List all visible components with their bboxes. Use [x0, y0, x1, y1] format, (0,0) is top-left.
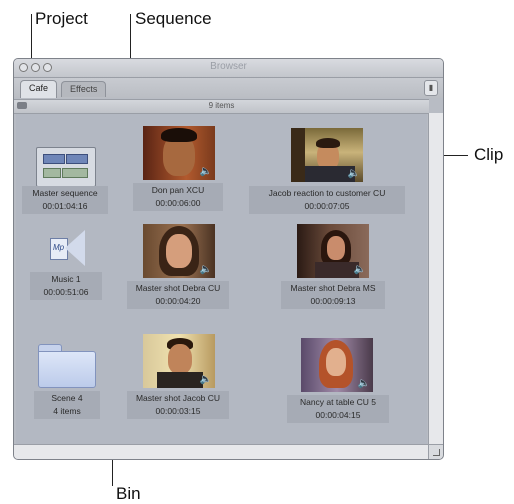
- item-duration: 00:00:07:05: [304, 201, 350, 211]
- item-duration: 00:00:03:15: [155, 406, 201, 416]
- item-duration: 00:00:04:15: [315, 410, 361, 420]
- item-don-pan-xcu[interactable]: 🔈 Don pan XCU 00:00:06:00: [121, 114, 241, 224]
- browser-window: Browser Cafe Effects ▮ 9 items Master se…: [13, 58, 444, 460]
- tab-effects[interactable]: Effects: [61, 81, 107, 97]
- vertical-scrollbar[interactable]: [428, 113, 443, 445]
- item-duration: 00:00:06:00: [155, 198, 201, 208]
- item-master-shot-debra-cu[interactable]: 🔈 Master shot Debra CU 00:00:04:20: [121, 222, 241, 332]
- item-name: Master sequence: [32, 188, 98, 198]
- item-name: Nancy at table CU 5: [299, 397, 377, 407]
- clip-thumbnail: 🔈: [143, 334, 215, 388]
- audio-speaker-icon: 🔈: [357, 378, 370, 389]
- item-master-sequence[interactable]: Master sequence 00:01:04:16: [16, 114, 136, 214]
- callout-project: Project: [35, 9, 88, 28]
- audio-file-icon: Mp: [50, 230, 86, 266]
- clip-thumbnail: 🔈: [291, 128, 363, 182]
- item-music-1[interactable]: Mp Music 1 00:00:51:06: [16, 222, 136, 322]
- item-nancy-at-table[interactable]: 🔈 Nancy at table CU 5 00:00:04:15: [241, 332, 431, 442]
- audio-speaker-icon: 🔈: [199, 166, 212, 177]
- item-jacob-reaction[interactable]: 🔈 Jacob reaction to customer CU 00:00:07…: [241, 114, 431, 224]
- item-name: Music 1: [51, 274, 81, 284]
- item-item-count: 4 items: [53, 406, 81, 416]
- icon-view[interactable]: Master sequence 00:01:04:16 🔈 Don pan XC…: [16, 114, 427, 445]
- item-name: Master shot Debra MS: [290, 283, 376, 293]
- item-duration: 00:00:09:13: [310, 296, 356, 306]
- audio-speaker-icon: 🔈: [353, 264, 366, 275]
- item-name: Scene 4: [51, 393, 83, 403]
- item-name: Master shot Debra CU: [135, 283, 221, 293]
- item-duration: 00:00:51:06: [43, 287, 89, 297]
- tab-cafe[interactable]: Cafe: [20, 80, 58, 98]
- bin-folder-icon: [38, 344, 96, 388]
- clip-thumbnail: 🔈: [143, 126, 215, 180]
- title-bar[interactable]: Browser: [14, 59, 443, 78]
- callout-bin: Bin: [116, 484, 141, 503]
- tab-bar: Cafe Effects: [14, 78, 443, 98]
- horizontal-scrollbar[interactable]: [14, 444, 429, 459]
- item-count: 9 items: [208, 101, 235, 110]
- info-bar: 9 items: [14, 99, 429, 114]
- callout-sequence: Sequence: [135, 9, 212, 28]
- item-duration: 00:01:04:16: [42, 201, 88, 211]
- resize-grip[interactable]: [428, 444, 443, 459]
- item-scene-4-bin[interactable]: Scene 4 4 items: [16, 332, 136, 432]
- item-name: Master shot Jacob CU: [135, 393, 221, 403]
- callout-clip: Clip: [474, 145, 504, 164]
- item-name: Don pan XCU: [151, 185, 205, 195]
- item-duration: 00:00:04:20: [155, 296, 201, 306]
- clip-thumbnail: 🔈: [301, 338, 373, 392]
- audio-speaker-icon: 🔈: [199, 374, 212, 385]
- audio-speaker-icon: 🔈: [347, 168, 360, 179]
- item-master-shot-debra-ms[interactable]: 🔈 Master shot Debra MS 00:00:09:13: [241, 222, 431, 332]
- clip-thumbnail: 🔈: [297, 224, 369, 278]
- toolbar-toggle-button[interactable]: ▮: [424, 80, 438, 96]
- item-name: Jacob reaction to customer CU: [268, 188, 386, 198]
- clip-thumbnail: 🔈: [143, 224, 215, 278]
- item-master-shot-jacob-cu[interactable]: 🔈 Master shot Jacob CU 00:00:03:15: [121, 332, 241, 442]
- audio-speaker-icon: 🔈: [199, 264, 212, 275]
- window-title: Browser: [210, 61, 247, 72]
- sequence-icon: [36, 147, 96, 187]
